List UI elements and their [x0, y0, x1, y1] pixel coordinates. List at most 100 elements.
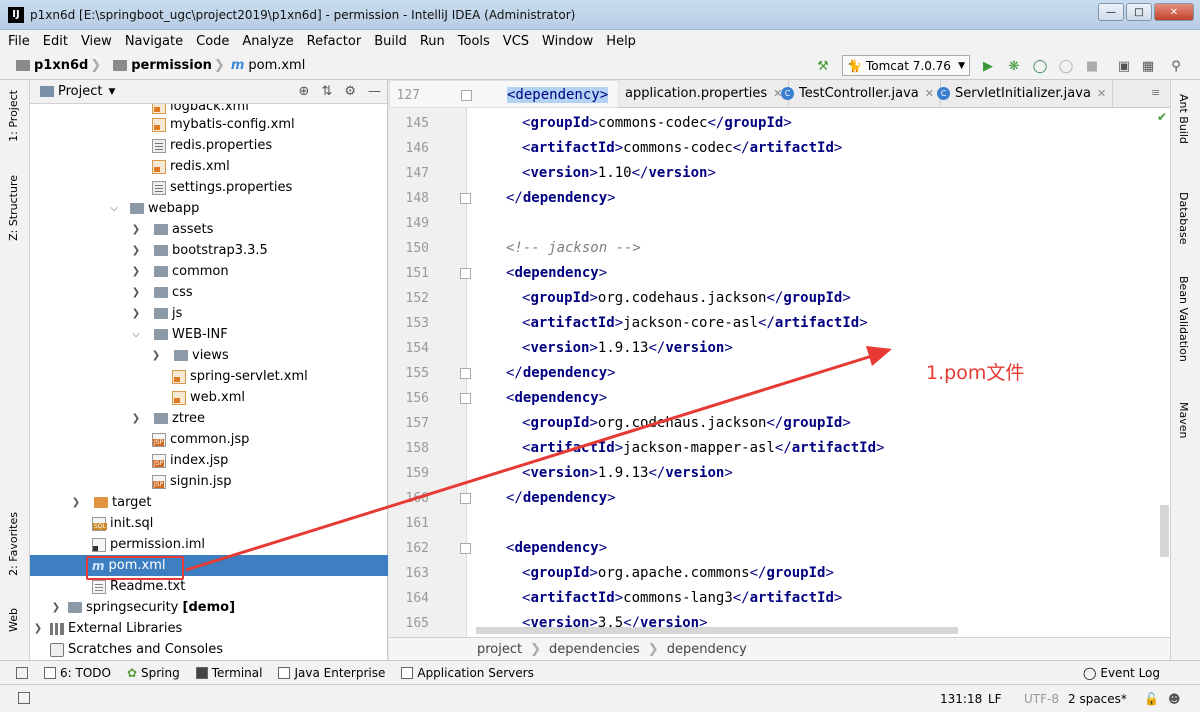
- chevron-down-icon[interactable]: ⌵: [130, 329, 142, 340]
- code-line[interactable]: </dependency>: [506, 486, 616, 511]
- project-structure-icon[interactable]: ▣: [1116, 58, 1132, 74]
- chevron-right-icon[interactable]: ❯: [130, 413, 142, 424]
- code-line[interactable]: <version>1.9.13</version>: [522, 461, 733, 486]
- tree-item-selected[interactable]: m pom.xml: [30, 555, 388, 576]
- tree-item[interactable]: ❯ assets: [30, 219, 388, 240]
- run-configuration-select[interactable]: 🐈 Tomcat 7.0.76 ▼: [842, 55, 970, 76]
- chevron-right-icon[interactable]: ❯: [70, 497, 82, 508]
- maximize-button[interactable]: □: [1126, 3, 1152, 21]
- chevron-right-icon[interactable]: ❯: [130, 287, 142, 298]
- code-line[interactable]: <artifactId>commons-codec</artifactId>: [522, 136, 842, 161]
- tree-item[interactable]: redis.properties: [30, 135, 388, 156]
- gear-icon[interactable]: ⚙: [344, 84, 356, 99]
- fold-marker-icon[interactable]: [460, 493, 471, 504]
- locate-icon[interactable]: ⊕: [299, 84, 310, 99]
- chevron-right-icon[interactable]: ❯: [50, 602, 62, 613]
- run-icon[interactable]: ▶: [980, 58, 996, 74]
- line-separator[interactable]: LF: [988, 692, 1002, 706]
- tree-item[interactable]: redis.xml: [30, 156, 388, 177]
- menu-run[interactable]: Run: [420, 34, 445, 49]
- tool-window-spring[interactable]: ✿ Spring: [127, 666, 180, 680]
- menu-navigate[interactable]: Navigate: [125, 34, 183, 49]
- search-everywhere-icon[interactable]: ⚲: [1168, 58, 1184, 74]
- tool-window-java-enterprise[interactable]: Java Enterprise: [278, 666, 385, 680]
- menu-view[interactable]: View: [81, 34, 112, 49]
- fold-marker-icon[interactable]: [460, 268, 471, 279]
- sdk-icon[interactable]: ▦: [1140, 58, 1156, 74]
- tree-item[interactable]: web.xml: [30, 387, 388, 408]
- code-line[interactable]: <groupId>org.apache.commons</groupId>: [522, 561, 834, 586]
- tree-item[interactable]: Readme.txt: [30, 576, 388, 597]
- tree-item[interactable]: common.jsp: [30, 429, 388, 450]
- tool-window-todo[interactable]: 6: TODO: [44, 666, 111, 680]
- file-encoding[interactable]: UTF-8: [1024, 692, 1059, 706]
- tool-window-terminal[interactable]: Terminal: [195, 666, 262, 680]
- build-hammer-icon[interactable]: ⚒: [815, 58, 831, 74]
- breadcrumb-dependencies[interactable]: dependencies: [549, 642, 640, 657]
- tab-servlet-initializer[interactable]: C ServletInitializer.java ✕: [931, 80, 1114, 107]
- tree-item[interactable]: settings.properties: [30, 177, 388, 198]
- editor-vertical-scrollbar[interactable]: [1160, 505, 1169, 557]
- code-comment[interactable]: <!-- jackson -->: [506, 236, 641, 261]
- inspector-icon[interactable]: ☻: [1168, 692, 1181, 706]
- tree-item[interactable]: ❯ External Libraries: [30, 618, 388, 639]
- fold-marker-icon[interactable]: [461, 90, 472, 101]
- tab-list-icon[interactable]: ≡: [1151, 86, 1160, 99]
- code-line[interactable]: <artifactId>commons-lang3</artifactId>: [522, 586, 842, 611]
- tree-item[interactable]: ❯ js: [30, 303, 388, 324]
- caret-position[interactable]: 131:18: [940, 692, 982, 706]
- fold-marker-icon[interactable]: [460, 543, 471, 554]
- tool-tab-web[interactable]: Web: [7, 608, 20, 632]
- tree-item[interactable]: ❯ css: [30, 282, 388, 303]
- tree-item[interactable]: init.sql: [30, 513, 388, 534]
- chevron-down-icon[interactable]: ⌵: [108, 203, 120, 214]
- tree-item[interactable]: ❯ common: [30, 261, 388, 282]
- fold-marker-icon[interactable]: [460, 193, 471, 204]
- stop-icon[interactable]: ■: [1084, 58, 1100, 74]
- code-line[interactable]: <artifactId>jackson-core-asl</artifactId…: [522, 311, 868, 336]
- menu-file[interactable]: File: [8, 34, 30, 49]
- profile-icon[interactable]: ◯: [1058, 58, 1074, 74]
- menu-vcs[interactable]: VCS: [503, 34, 529, 49]
- chevron-right-icon[interactable]: ❯: [130, 224, 142, 235]
- tab-test-controller[interactable]: C TestController.java ✕: [775, 80, 941, 107]
- code-line[interactable]: <groupId>org.codehaus.jackson</groupId>: [522, 411, 851, 436]
- tool-tab-bean-validation[interactable]: Bean Validation: [1177, 276, 1190, 362]
- code-line[interactable]: </dependency>: [506, 361, 616, 386]
- menu-help[interactable]: Help: [606, 34, 636, 49]
- nav-crumb-module[interactable]: permission: [131, 58, 212, 73]
- menu-code[interactable]: Code: [196, 34, 229, 49]
- breadcrumb-dependency[interactable]: dependency: [667, 642, 747, 657]
- code-line[interactable]: <groupId>commons-codec</groupId>: [522, 111, 792, 136]
- menu-build[interactable]: Build: [374, 34, 407, 49]
- tree-item[interactable]: permission.iml: [30, 534, 388, 555]
- menu-window[interactable]: Window: [542, 34, 593, 49]
- code-line[interactable]: <dependency>: [506, 386, 607, 411]
- status-toggle-icon[interactable]: [18, 692, 30, 704]
- menu-tools[interactable]: Tools: [458, 34, 490, 49]
- tree-item[interactable]: ⌵ webapp: [30, 198, 388, 219]
- chevron-right-icon[interactable]: ❯: [130, 308, 142, 319]
- menu-analyze[interactable]: Analyze: [242, 34, 293, 49]
- editor-horizontal-scrollbar[interactable]: [476, 627, 958, 634]
- code-line[interactable]: <groupId>org.codehaus.jackson</groupId>: [522, 286, 851, 311]
- chevron-right-icon[interactable]: ❯: [130, 245, 142, 256]
- collapse-all-icon[interactable]: ⇅: [321, 84, 332, 99]
- breadcrumb-project[interactable]: project: [477, 642, 522, 657]
- tool-window-event-log[interactable]: ◯ Event Log: [1083, 666, 1160, 680]
- tab-application-properties[interactable]: application.properties ✕: [619, 80, 790, 107]
- indent-setting[interactable]: 2 spaces*: [1068, 692, 1127, 706]
- tree-item[interactable]: ❯ views: [30, 345, 388, 366]
- tree-item[interactable]: mybatis-config.xml: [30, 114, 388, 135]
- tool-tab-maven[interactable]: Maven: [1177, 402, 1190, 438]
- chevron-right-icon[interactable]: ❯: [130, 266, 142, 277]
- code-line[interactable]: </dependency>: [506, 186, 616, 211]
- tree-item[interactable]: ❯ bootstrap3.3.5: [30, 240, 388, 261]
- fold-marker-icon[interactable]: [460, 368, 471, 379]
- tool-tab-favorites[interactable]: 2: Favorites: [7, 512, 20, 576]
- tree-item[interactable]: spring-servlet.xml: [30, 366, 388, 387]
- tree-item[interactable]: ⌵ WEB-INF: [30, 324, 388, 345]
- nav-crumb-project[interactable]: p1xn6d: [34, 58, 88, 73]
- lock-icon[interactable]: 🔓: [1144, 692, 1159, 706]
- menu-refactor[interactable]: Refactor: [307, 34, 362, 49]
